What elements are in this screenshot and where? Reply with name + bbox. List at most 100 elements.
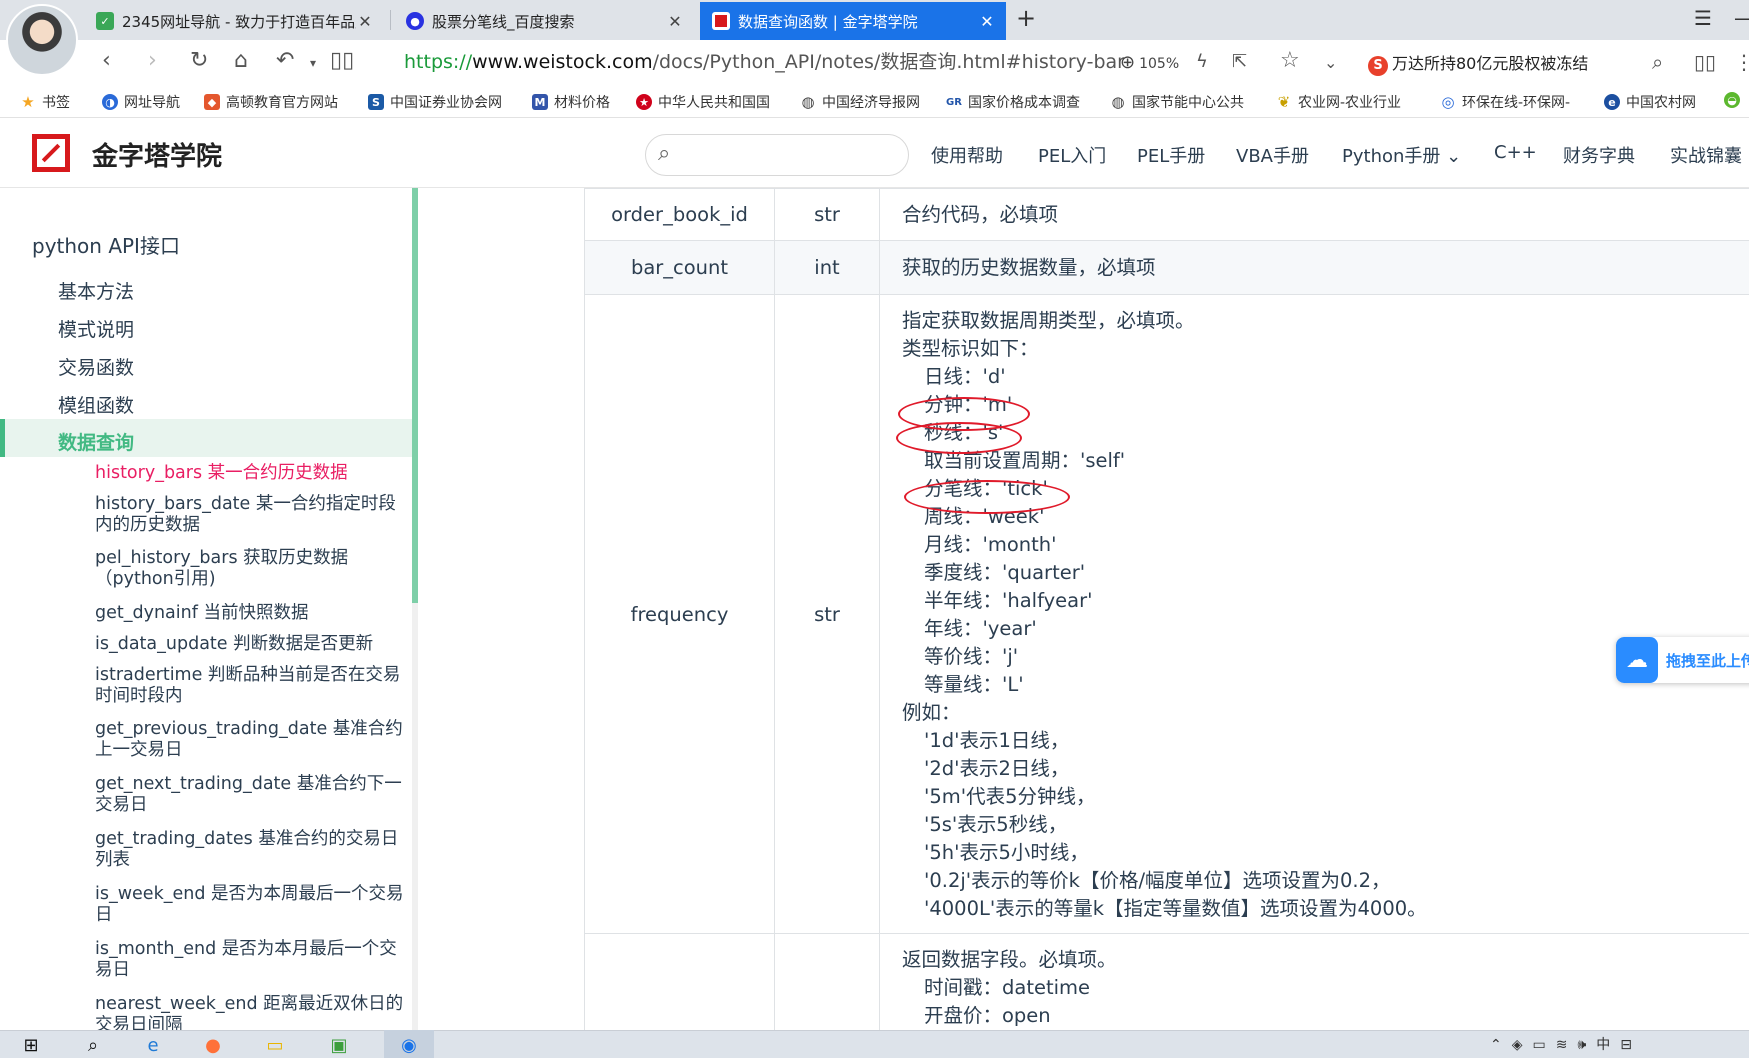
folder-icon[interactable]: ▭ <box>262 1034 288 1056</box>
upload-float-button[interactable]: ☁ 拖拽至此上传 <box>1616 637 1749 683</box>
sidebar-subitem[interactable]: is_week_end 是否为本周最后一个交易日 <box>95 884 413 926</box>
bookmark-item[interactable]: S 中国证券业协会网 <box>368 92 514 112</box>
windows-start-icon[interactable]: ⊞ <box>18 1034 44 1056</box>
sidebar-item-data-query[interactable]: 数据查询 <box>58 428 134 455</box>
sidebar-item-trading[interactable]: 交易函数 <box>58 353 134 380</box>
tab-2345[interactable]: ✓ 2345网址导航 - 致力于打造百年品牌 ✕ <box>84 2 384 40</box>
sidebar-subitem[interactable]: get_trading_dates 基准合约的交易日 列表 <box>95 829 413 871</box>
sidebar-subitem[interactable]: history_bars_date 某一合约指定时段 内的历史数据 <box>95 494 413 536</box>
sidebar-scrollbar-thumb[interactable] <box>412 188 418 603</box>
tab-separator <box>390 10 391 30</box>
description-line: 时间戳：datetime <box>924 976 1091 999</box>
nav-finance-dict[interactable]: 财务字典 <box>1563 142 1635 168</box>
sidebar-subitem[interactable]: istradertime 判断品种当前是否在交易 时间时段内 <box>95 665 413 707</box>
annotation-circle <box>904 480 1070 514</box>
param-name: frequency <box>584 294 775 934</box>
zoom-indicator[interactable]: ⊕ 105% <box>1120 52 1179 73</box>
sidebar-subitem-label: get_trading_dates 基准合约的交易日 <box>95 829 399 849</box>
bookmark-label: 中华人民共和国国 <box>658 95 770 111</box>
nav-help[interactable]: 使用帮助 <box>931 142 1003 168</box>
undo-icon[interactable]: ↶ <box>276 48 294 73</box>
globe-icon: ◑ <box>102 94 118 110</box>
bookmark-item[interactable]: ◍ 国家节能中心公共 <box>1110 92 1256 112</box>
bookmark-item[interactable]: ◑ 网址导航 <box>102 92 192 112</box>
edge-icon[interactable]: e <box>140 1034 166 1056</box>
nav-pel-manual[interactable]: PEL手册 <box>1137 142 1205 168</box>
bookmark-item[interactable]: e 中国农村网 <box>1604 92 1714 112</box>
bookmark-item[interactable]: GR 国家价格成本调查 <box>946 92 1092 112</box>
sidebar-item-mode[interactable]: 模式说明 <box>58 315 134 342</box>
forward-icon[interactable]: › <box>148 48 157 73</box>
star-icon[interactable]: ☆ <box>1280 48 1300 73</box>
bookmark-item[interactable]: M 材料价格 <box>532 92 622 112</box>
minimize-icon[interactable]: — <box>1734 6 1749 30</box>
sidebar-subitem[interactable]: is_data_update 判断数据是否更新 <box>95 634 413 655</box>
table-row: 返回数据字段。必填项。 时间戳：datetime 开盘价：open <box>584 933 1749 1030</box>
close-icon[interactable]: ✕ <box>356 12 374 31</box>
search-icon[interactable]: ⌕ <box>80 1034 106 1056</box>
app-icon[interactable]: ▣ <box>326 1034 352 1056</box>
sidebar-subitem[interactable]: pel_history_bars 获取历史数据 （python引用) <box>95 548 413 590</box>
star-icon: ★ <box>21 93 35 111</box>
book-icon[interactable]: ▯▯ <box>1694 50 1716 74</box>
address-bar[interactable]: https://www.weistock.com/docs/Python_API… <box>404 47 1124 77</box>
chevron-down-icon[interactable]: ▾ <box>310 56 316 70</box>
tab-baidu[interactable]: ● 股票分笔线_百度搜索 ✕ <box>394 2 694 40</box>
reader-icon[interactable]: ▯▯ <box>330 48 354 73</box>
share-icon[interactable]: ⇱ <box>1232 51 1247 72</box>
browser-taskbar-icon[interactable]: ◉ <box>396 1034 422 1056</box>
nav-tips[interactable]: 实战锦囊 <box>1670 142 1742 168</box>
bookmark-item[interactable]: ◎ 环保在线-环保网- <box>1440 92 1586 112</box>
system-tray[interactable]: ⌃◈▭≋🕪中⊟ <box>1490 1034 1642 1054</box>
sidebar-active-indicator <box>0 419 5 457</box>
close-icon[interactable]: ✕ <box>978 12 996 31</box>
reload-icon[interactable]: ↻ <box>190 48 208 73</box>
new-tab-button[interactable]: + <box>1016 4 1036 32</box>
news-text: 万达所持80亿元股权被冻结 <box>1392 54 1589 73</box>
description-line: '0.2j'表示的等价k【价格/幅度单位】选项设置为0.2， <box>924 869 1391 892</box>
param-type: str <box>774 188 880 241</box>
bookmark-item[interactable]: ◍ 中国经济导报网 <box>800 92 936 112</box>
gr-icon: GR <box>946 96 962 108</box>
more-icon[interactable]: ⋮ <box>1734 50 1749 74</box>
news-ticker[interactable]: S 万达所持80亿元股权被冻结 <box>1368 50 1588 76</box>
nav-pel-intro[interactable]: PEL入门 <box>1038 142 1106 168</box>
back-icon[interactable]: ‹ <box>102 48 111 73</box>
search-icon[interactable]: ⌕ <box>1652 50 1663 74</box>
nav-vba-manual[interactable]: VBA手册 <box>1236 142 1309 168</box>
bookmark-label: 农业网-农业行业 <box>1298 95 1402 111</box>
search-box[interactable]: ⌕ <box>645 134 909 176</box>
sidebar-subitem[interactable]: get_next_trading_date 基准合约下一 交易日 <box>95 774 413 816</box>
bookmark-item[interactable]: ★ 中华人民共和国国 <box>636 92 782 112</box>
search-input[interactable] <box>690 141 890 169</box>
pyramid-logo-icon[interactable] <box>32 134 70 172</box>
site-name[interactable]: 金字塔学院 <box>92 136 222 173</box>
chevron-down-icon[interactable]: ⌄ <box>1324 53 1337 72</box>
description-line: 返回数据字段。必填项。 <box>902 948 1117 971</box>
avatar[interactable] <box>6 4 78 76</box>
close-icon[interactable]: ✕ <box>666 12 684 31</box>
nav-cpp[interactable]: C++ <box>1494 142 1537 163</box>
sidebar-subitem-label: history_bars_date 某一合约指定时段 <box>95 494 396 514</box>
sidebar-subitem[interactable]: nearest_week_end 距离最近双休日的 交易日间隔 <box>95 994 413 1030</box>
bookmark-item[interactable]: ◒ <box>1724 92 1746 108</box>
sidebar-subitem[interactable]: is_month_end 是否为本月最后一个交 易日 <box>95 939 413 981</box>
sidebar-item-basic-methods[interactable]: 基本方法 <box>58 277 134 304</box>
nav-python-manual[interactable]: Python手册 ⌄ <box>1342 142 1461 168</box>
tab-pyramid[interactable]: 数据查询函数 | 金字塔学院 ✕ <box>700 2 1006 40</box>
param-type <box>774 933 880 1030</box>
baidu-paw-icon: ● <box>406 12 424 30</box>
sidebar-scrollbar-track[interactable] <box>412 603 418 1030</box>
sidebar-subitem[interactable]: get_dynainf 当前快照数据 <box>95 603 413 624</box>
home-icon[interactable]: ⌂ <box>234 48 248 73</box>
lightning-icon[interactable]: ϟ <box>1196 51 1208 72</box>
sidebar-item-module[interactable]: 模组函数 <box>58 391 134 418</box>
bookmark-item[interactable]: ❦ 农业网-农业行业 <box>1276 92 1422 112</box>
sidebar-subitem[interactable]: get_previous_trading_date 基准合约 上一交易日 <box>95 719 413 761</box>
sidebar-subitem[interactable]: history_bars 某一合约历史数据 <box>95 463 413 484</box>
bookmark-item[interactable]: ★ 书签 <box>20 92 88 112</box>
menu-icon[interactable]: ☰ <box>1694 6 1712 30</box>
firefox-icon[interactable]: ● <box>200 1034 226 1056</box>
description-line: '4000L'表示的等量k【指定等量数值】选项设置为4000。 <box>924 897 1427 920</box>
bookmark-item[interactable]: ◆ 高顿教育官方网站 <box>204 92 350 112</box>
